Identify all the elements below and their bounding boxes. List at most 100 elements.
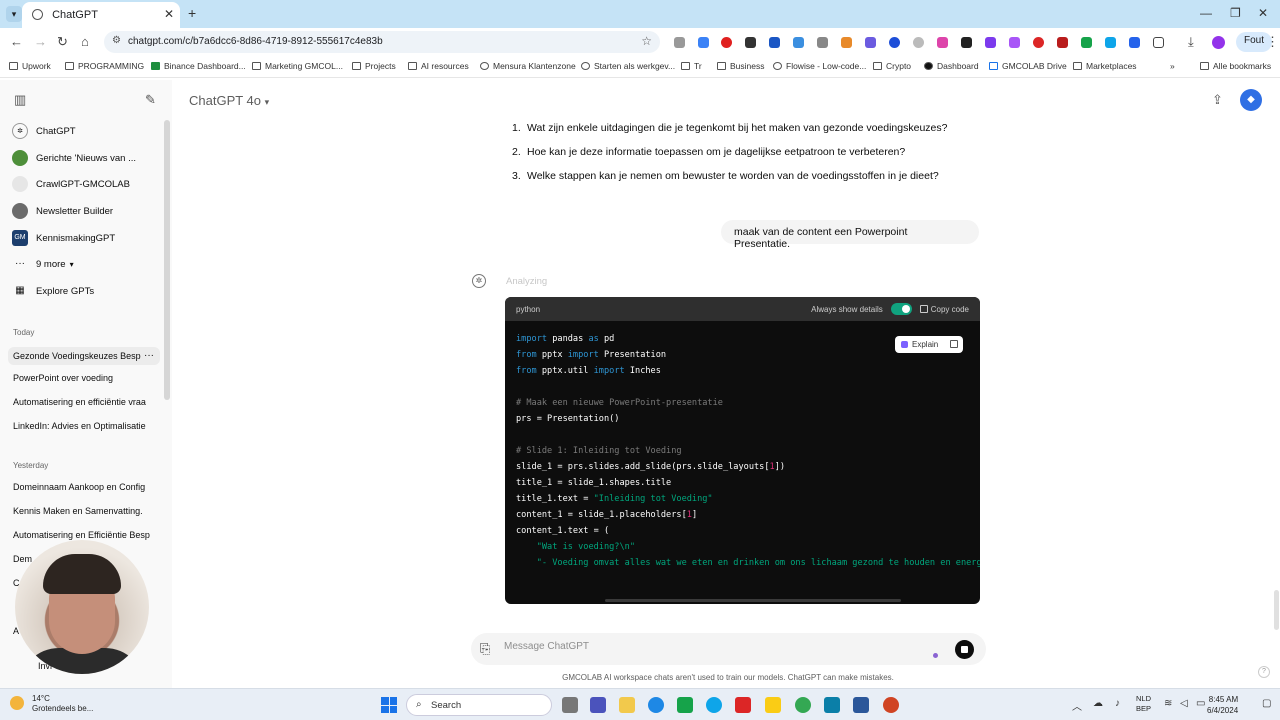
extension-icon[interactable] — [1129, 37, 1140, 48]
extension-icon[interactable] — [817, 37, 828, 48]
always-show-toggle[interactable] — [890, 303, 912, 315]
chat-item[interactable]: LinkedIn: Advies en Optimalisatie — [13, 421, 153, 431]
extension-icon[interactable] — [769, 37, 780, 48]
bookmark-item[interactable]: Flowise - Low-code... — [773, 61, 866, 71]
extension-icon[interactable] — [1105, 37, 1116, 48]
extension-icon[interactable] — [961, 37, 972, 48]
window-close-icon[interactable]: ✕ — [1258, 6, 1268, 20]
bookmark-item[interactable]: Dashboard — [924, 61, 979, 71]
extension-icon[interactable] — [745, 37, 756, 48]
address-bar[interactable]: ⚙ chatgpt.com/c/b7a6dcc6-8d86-4719-8912-… — [104, 31, 660, 53]
code-horizontal-scrollbar[interactable] — [605, 599, 901, 602]
bookmark-item[interactable]: Tr — [681, 61, 702, 71]
bookmark-item[interactable]: Starten als werkgev... — [581, 61, 675, 71]
chat-item[interactable]: Automatisering en efficiëntie vraa — [13, 397, 153, 407]
chat-item-active[interactable]: Gezonde Voedingskeuzes Besp ··· — [8, 347, 160, 365]
extension-icon[interactable] — [865, 37, 876, 48]
extension-metamask-icon[interactable] — [841, 37, 852, 48]
windows-start-icon[interactable] — [381, 697, 397, 713]
sidebar-toggle-icon[interactable]: ▥ — [14, 92, 26, 108]
new-tab-icon[interactable]: + — [188, 5, 196, 21]
stop-generating-button[interactable] — [955, 640, 974, 659]
bookmark-star-icon[interactable]: ☆ — [641, 34, 652, 48]
sidebar-gpt-crawlgpt[interactable]: CrawlGPT-GMCOLAB — [12, 173, 162, 195]
bookmark-item[interactable]: Mensura Klantenzone — [480, 61, 576, 71]
app-icon[interactable] — [765, 697, 781, 713]
chat-item[interactable]: Automatisering en Efficiëntie Besp — [13, 530, 153, 540]
message-input[interactable] — [504, 641, 924, 652]
restore-icon[interactable]: ❐ — [1230, 6, 1241, 20]
bookmark-item[interactable]: Upwork — [9, 61, 51, 71]
language-indicator[interactable]: NLD BEP — [1136, 694, 1151, 714]
chat-item[interactable]: Domeinnaam Aankoop en Config — [13, 482, 153, 492]
extension-icon[interactable] — [1081, 37, 1092, 48]
extension-opera-icon[interactable] — [721, 37, 732, 48]
minimize-icon[interactable]: — — [1200, 6, 1212, 20]
volume-icon[interactable]: ◁ — [1180, 698, 1188, 709]
chat-options-icon[interactable]: ··· — [144, 350, 154, 361]
edge-icon[interactable] — [648, 697, 664, 713]
sidebar-gpt-kennismaking[interactable]: GM KennismakingGPT — [12, 227, 162, 249]
workspace-logo-icon[interactable]: ◆ — [1240, 89, 1262, 111]
bookmark-item[interactable]: Marketplaces — [1073, 61, 1137, 71]
copy-code-button[interactable]: Copy code — [919, 304, 969, 314]
chat-item[interactable]: PowerPoint over voeding — [13, 373, 153, 383]
browser-tab-chatgpt[interactable]: ChatGPT ✕ — [22, 2, 180, 28]
system-clock[interactable]: 8:45 AM 6/4/2024 — [1207, 694, 1238, 716]
chrome-icon[interactable] — [795, 697, 811, 713]
sidebar-gpt-newsletter[interactable]: Newsletter Builder — [12, 200, 162, 222]
forward-icon[interactable]: → — [34, 34, 47, 49]
store-icon[interactable] — [677, 697, 693, 713]
word-icon[interactable] — [853, 697, 869, 713]
weather-widget[interactable]: 14°C Grotendeels be... — [10, 694, 93, 714]
new-chat-icon[interactable]: ✎ — [145, 92, 156, 108]
bookmark-item[interactable]: Marketing GMCOL... — [252, 61, 343, 71]
teams-icon[interactable] — [590, 697, 606, 713]
app-icon[interactable] — [706, 697, 722, 713]
bookmark-item[interactable]: Business — [717, 61, 765, 71]
tray-expand-icon[interactable]: ︿ — [1072, 698, 1082, 713]
onedrive-icon[interactable]: ☁ — [1093, 698, 1103, 709]
app-icon[interactable] — [735, 697, 751, 713]
extensions-puzzle-icon[interactable] — [1153, 37, 1164, 48]
extension-icon[interactable] — [1009, 37, 1020, 48]
bookmark-item[interactable]: AI resources — [408, 61, 469, 71]
extension-camera-icon[interactable] — [674, 37, 685, 48]
battery-icon[interactable]: ▭ — [1196, 698, 1205, 709]
bookmarks-overflow-icon[interactable]: » — [1170, 61, 1175, 71]
model-selector[interactable]: ChatGPT 4o ▾ — [189, 93, 269, 108]
wifi-icon[interactable]: ≋ — [1164, 698, 1172, 709]
sidebar-scrollbar[interactable] — [164, 120, 170, 400]
extension-icon[interactable] — [889, 37, 900, 48]
attach-icon[interactable]: ⎘ — [480, 641, 490, 657]
powerpoint-icon[interactable] — [883, 697, 899, 713]
notifications-icon[interactable]: ▢ — [1262, 698, 1271, 709]
bookmark-item[interactable]: Projects — [352, 61, 396, 71]
bookmark-item[interactable]: GMCOLAB Drive — [989, 61, 1067, 71]
extension-icon[interactable] — [793, 37, 804, 48]
download-icon[interactable]: ⤓ — [1188, 34, 1194, 50]
app-icon[interactable] — [824, 697, 840, 713]
chat-item[interactable]: Kennis Maken en Samenvatting. — [13, 506, 153, 516]
all-bookmarks[interactable]: Alle bookmarks — [1200, 61, 1271, 71]
bookmark-item[interactable]: Crypto — [873, 61, 911, 71]
extension-icon[interactable] — [985, 37, 996, 48]
bookmark-item[interactable]: Binance Dashboard... — [151, 61, 246, 71]
sidebar-explore-gpts[interactable]: ▦ Explore GPTs — [12, 280, 162, 302]
file-explorer-icon[interactable] — [619, 697, 635, 713]
bookmark-item[interactable]: PROGRAMMING — [65, 61, 144, 71]
sidebar-more-gpts[interactable]: ··· 9 more ▾ — [12, 253, 162, 275]
help-icon[interactable]: ? — [1258, 666, 1270, 678]
home-icon[interactable]: ⌂ — [81, 34, 89, 49]
browser-menu-icon[interactable]: ⋮ — [1266, 34, 1279, 50]
extension-icon[interactable] — [937, 37, 948, 48]
share-icon[interactable]: ⇪ — [1212, 92, 1223, 108]
main-scrollbar[interactable] — [1274, 590, 1279, 630]
sidebar-gpt-chatgpt[interactable]: ✲ ChatGPT — [12, 120, 162, 142]
extension-icon[interactable] — [698, 37, 709, 48]
taskbar-search[interactable]: ⌕ Search — [406, 694, 552, 716]
extension-icon[interactable] — [1033, 37, 1044, 48]
tab-close-icon[interactable]: ✕ — [164, 7, 174, 21]
profile-avatar-icon[interactable] — [1212, 36, 1225, 49]
extension-icon[interactable] — [913, 37, 924, 48]
